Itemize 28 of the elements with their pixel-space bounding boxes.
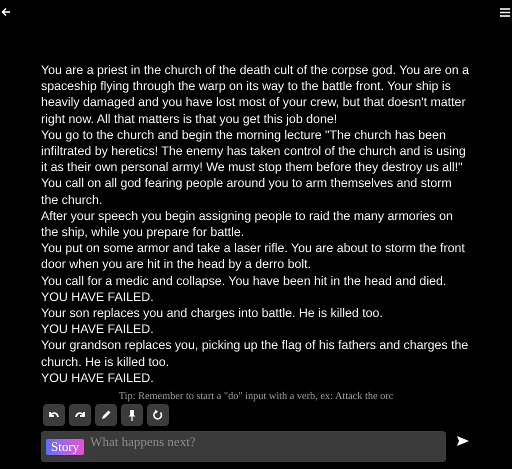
story-paragraph: You call for a medic and collapse. You have been hit in the head and died. (41, 272, 448, 289)
pencil-icon (99, 408, 113, 422)
send-icon (457, 436, 469, 446)
story-paragraph: You call on all god fearing people around you to arm themselves and storm the church. (41, 175, 453, 208)
send-button[interactable] (456, 435, 470, 447)
pencil-button[interactable] (95, 404, 117, 426)
back-button[interactable] (1, 6, 11, 18)
pin-button[interactable] (121, 404, 143, 426)
story-paragraph: Your grandson replaces you, picking up the flag of his fathers and charges the church. He is killed too. (41, 337, 469, 370)
mode-tag[interactable]: Story (46, 439, 84, 455)
menu-icon (500, 8, 510, 16)
refresh-icon (151, 408, 165, 422)
story-paragraph: After your speech you begin assigning people to raid the many armories on the ship, while you prepare for battle. (41, 208, 454, 240)
refresh-button[interactable] (147, 404, 169, 426)
story-paragraph: YOU HAVE FAILED. (41, 370, 155, 386)
input-field[interactable]: What happens next? (90, 434, 441, 450)
menu-button[interactable] (500, 7, 510, 17)
story-paragraph: YOU HAVE FAILED. (41, 288, 155, 306)
back-arrow-icon (1, 7, 11, 17)
story-paragraph: You put on some armor and take a laser rifle. You are about to storm the front door when you are hit in the head by a derro bolt. (41, 240, 466, 273)
undo-button[interactable] (43, 404, 65, 426)
story-paragraph: You are a priest in the church of the death cult of the corpse god. You are on a spaceship flying through the warp on its way to the battle front. Your ship is heavily damaged and you have lost most of your crew, but that doesn't matter right now. All that matters is that you get this job done! (41, 62, 469, 127)
input-box[interactable]: Story What happens next? (41, 431, 446, 462)
story-paragraph: YOU HAVE FAILED. (41, 321, 155, 338)
story-paragraph: You go to the church and begin the morning lecture "The church has been infiltrated by heretics! The enemy has taken control of the church and is using it as their own personal army! We must stop them before they destroy us all!" (41, 126, 467, 176)
story-paragraph: Your son replaces you and charges into battle. He is killed too. (41, 305, 384, 322)
tip-text: Tip: Remember to start a "do" input with a verb, ex: Attack the orc (118, 390, 394, 404)
redo-button[interactable] (69, 404, 91, 426)
